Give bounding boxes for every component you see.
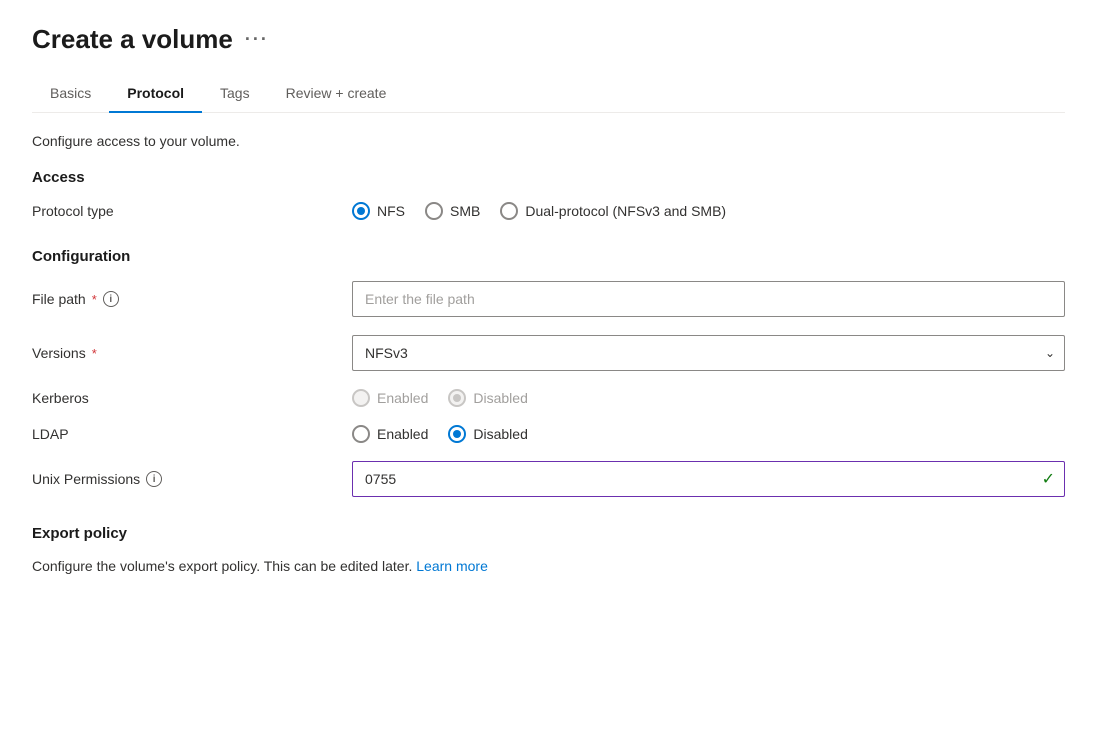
unix-permissions-info-icon[interactable]: i — [146, 471, 162, 487]
versions-select-wrapper: NFSv3 NFSv4.1 ⌄ — [352, 335, 1065, 371]
tab-basics[interactable]: Basics — [32, 75, 109, 113]
protocol-dual-option[interactable]: Dual-protocol (NFSv3 and SMB) — [500, 202, 726, 220]
kerberos-radio-group: Enabled Disabled — [352, 389, 1065, 407]
kerberos-enabled-option: Enabled — [352, 389, 428, 407]
more-options-icon[interactable]: ··· — [245, 29, 269, 50]
kerberos-disabled-label: Disabled — [473, 390, 527, 406]
protocol-nfs-label: NFS — [377, 203, 405, 219]
page-title-area: Create a volume ··· — [32, 24, 1065, 55]
protocol-type-row: Protocol type NFS SMB Dual-protocol (NFS… — [32, 202, 1065, 220]
protocol-type-radio-group: NFS SMB Dual-protocol (NFSv3 and SMB) — [352, 202, 1065, 220]
kerberos-disabled-radio — [448, 389, 466, 407]
configuration-heading: Configuration — [32, 248, 1065, 265]
unix-permissions-row: Unix Permissions i ✓ — [32, 461, 1065, 497]
unix-permissions-input-wrapper: ✓ — [352, 461, 1065, 497]
configuration-section: Configuration File path * i Versions * N… — [32, 248, 1065, 497]
kerberos-enabled-label: Enabled — [377, 390, 428, 406]
file-path-control — [352, 281, 1065, 317]
protocol-nfs-radio[interactable] — [352, 202, 370, 220]
ldap-control: Enabled Disabled — [352, 425, 1065, 443]
tab-bar: Basics Protocol Tags Review + create — [32, 75, 1065, 113]
tab-review-create[interactable]: Review + create — [268, 75, 405, 113]
versions-label: Versions * — [32, 345, 352, 361]
versions-select[interactable]: NFSv3 NFSv4.1 — [352, 335, 1065, 371]
ldap-label: LDAP — [32, 426, 352, 442]
kerberos-label: Kerberos — [32, 390, 352, 406]
file-path-label: File path * i — [32, 291, 352, 307]
ldap-radio-group: Enabled Disabled — [352, 425, 1065, 443]
kerberos-disabled-option: Disabled — [448, 389, 527, 407]
learn-more-link[interactable]: Learn more — [416, 558, 488, 574]
protocol-dual-label: Dual-protocol (NFSv3 and SMB) — [525, 203, 726, 219]
ldap-disabled-label: Disabled — [473, 426, 527, 442]
kerberos-control: Enabled Disabled — [352, 389, 1065, 407]
file-path-input[interactable] — [352, 281, 1065, 317]
checkmark-icon: ✓ — [1042, 469, 1055, 489]
kerberos-enabled-radio — [352, 389, 370, 407]
export-policy-section: Export policy Configure the volume's exp… — [32, 525, 1065, 574]
kerberos-row: Kerberos Enabled Disabled — [32, 389, 1065, 407]
unix-permissions-input[interactable] — [352, 461, 1065, 497]
file-path-info-icon[interactable]: i — [103, 291, 119, 307]
ldap-disabled-option[interactable]: Disabled — [448, 425, 527, 443]
versions-required: * — [92, 346, 97, 361]
unix-permissions-control: ✓ — [352, 461, 1065, 497]
page-title: Create a volume — [32, 24, 233, 55]
versions-control: NFSv3 NFSv4.1 ⌄ — [352, 335, 1065, 371]
export-policy-heading: Export policy — [32, 525, 1065, 542]
protocol-dual-radio[interactable] — [500, 202, 518, 220]
file-path-row: File path * i — [32, 281, 1065, 317]
protocol-smb-option[interactable]: SMB — [425, 202, 480, 220]
ldap-enabled-radio[interactable] — [352, 425, 370, 443]
file-path-required: * — [92, 292, 97, 307]
tab-tags[interactable]: Tags — [202, 75, 268, 113]
access-section: Access Protocol type NFS SMB D — [32, 169, 1065, 220]
export-policy-description: Configure the volume's export policy. Th… — [32, 558, 1065, 574]
protocol-smb-radio[interactable] — [425, 202, 443, 220]
protocol-type-control: NFS SMB Dual-protocol (NFSv3 and SMB) — [352, 202, 1065, 220]
ldap-enabled-label: Enabled — [377, 426, 428, 442]
ldap-enabled-option[interactable]: Enabled — [352, 425, 428, 443]
ldap-disabled-radio[interactable] — [448, 425, 466, 443]
ldap-row: LDAP Enabled Disabled — [32, 425, 1065, 443]
access-heading: Access — [32, 169, 1065, 186]
section-description: Configure access to your volume. — [32, 133, 1065, 149]
protocol-smb-label: SMB — [450, 203, 480, 219]
tab-protocol[interactable]: Protocol — [109, 75, 202, 113]
unix-permissions-label: Unix Permissions i — [32, 471, 352, 487]
versions-row: Versions * NFSv3 NFSv4.1 ⌄ — [32, 335, 1065, 371]
protocol-type-label: Protocol type — [32, 203, 352, 219]
protocol-nfs-option[interactable]: NFS — [352, 202, 405, 220]
